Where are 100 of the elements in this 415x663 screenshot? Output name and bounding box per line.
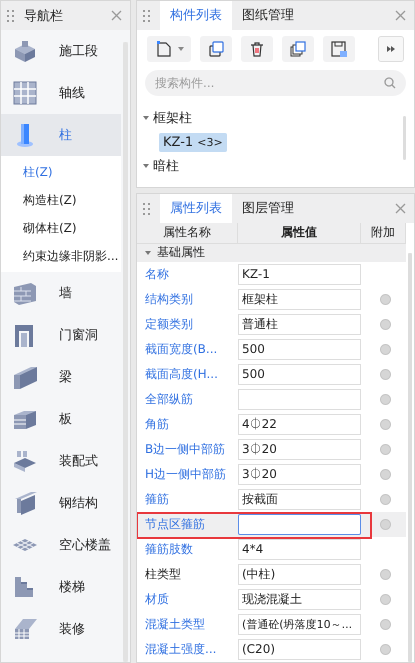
- value-field[interactable]: (普通砼(坍落度10～...: [238, 614, 361, 635]
- property-name: 结构类别: [144, 291, 194, 308]
- nav-item[interactable]: 装修: [1, 608, 121, 650]
- scrollbar[interactable]: [408, 253, 412, 662]
- nav-item[interactable]: 墙: [1, 272, 121, 314]
- nav-subitem[interactable]: 约束边缘非阴影...: [1, 242, 121, 270]
- property-row[interactable]: 结构类别 框架柱: [137, 287, 406, 312]
- close-icon[interactable]: [395, 203, 406, 214]
- nav-item[interactable]: 板: [1, 398, 121, 440]
- property-name: 角筋: [144, 416, 170, 433]
- property-name: 混凝土强度...: [144, 641, 218, 658]
- tree-group[interactable]: 框架柱: [153, 109, 192, 127]
- attach-radio[interactable]: [380, 419, 390, 430]
- property-row[interactable]: B边一侧中部筋 3⏀20: [137, 437, 406, 462]
- scrollbar[interactable]: [123, 42, 128, 662]
- toolbar-button[interactable]: [241, 36, 273, 62]
- nav-item[interactable]: 轴线: [1, 72, 121, 114]
- nav-item[interactable]: 门窗洞: [1, 314, 121, 356]
- nav-item[interactable]: 梁: [1, 356, 121, 398]
- close-icon[interactable]: [395, 10, 406, 21]
- attach-radio[interactable]: [380, 444, 390, 455]
- column-header: 属性值: [238, 223, 361, 243]
- value-field[interactable]: 3⏀20: [238, 439, 361, 460]
- value-field[interactable]: 500: [238, 339, 361, 360]
- nav-subitem[interactable]: 构造柱(Z): [1, 186, 121, 214]
- property-row[interactable]: 材质 现浇混凝土: [137, 587, 406, 612]
- property-name: 截面高度(H...: [144, 366, 219, 383]
- property-name: 材质: [144, 591, 170, 608]
- property-row[interactable]: 柱类型 (中柱): [137, 562, 406, 587]
- value-field[interactable]: KZ-1: [238, 264, 361, 285]
- tab[interactable]: 图纸管理: [232, 1, 304, 30]
- tab[interactable]: 构件列表: [160, 1, 232, 30]
- group-header[interactable]: 基础属性: [157, 244, 205, 262]
- new-button[interactable]: [147, 36, 191, 62]
- tree-item[interactable]: KZ-1 <3>: [159, 132, 227, 152]
- nav-item[interactable]: 钢结构: [1, 482, 121, 524]
- property-row[interactable]: 箍筋 按截面: [137, 487, 406, 512]
- close-icon[interactable]: [111, 10, 122, 21]
- attach-radio[interactable]: [380, 519, 390, 530]
- property-row[interactable]: 混凝土类型 (普通砼(坍落度10～...: [137, 612, 406, 637]
- more-button[interactable]: [378, 36, 404, 62]
- value-field[interactable]: 4*4: [238, 539, 361, 560]
- column-header: 属性名称: [137, 223, 238, 243]
- property-row[interactable]: 角筋 4⏀22: [137, 412, 406, 437]
- value-field[interactable]: 3⏀20: [238, 464, 361, 485]
- attach-radio[interactable]: [380, 319, 390, 330]
- property-row[interactable]: 节点区箍筋: [137, 512, 406, 537]
- drag-handle-icon[interactable]: [143, 202, 150, 214]
- scrollbar[interactable]: [403, 116, 406, 160]
- search-field[interactable]: 搜索构件...: [145, 70, 406, 96]
- attach-radio[interactable]: [380, 369, 390, 380]
- tab[interactable]: 属性列表: [160, 194, 232, 223]
- property-row[interactable]: 箍筋肢数 4*4: [137, 537, 406, 562]
- expand-arrow-icon[interactable]: [145, 250, 151, 255]
- nav-item[interactable]: 空心楼盖: [1, 524, 121, 566]
- drag-handle-icon[interactable]: [7, 10, 14, 22]
- attach-radio[interactable]: [380, 644, 390, 655]
- tab[interactable]: 图层管理: [232, 194, 304, 223]
- property-name: 定额类别: [144, 316, 194, 333]
- value-field[interactable]: 框架柱: [238, 289, 361, 310]
- value-field[interactable]: 现浇混凝土: [238, 589, 361, 610]
- expand-arrow-icon[interactable]: [143, 116, 149, 120]
- tree-group[interactable]: 暗柱: [153, 157, 179, 175]
- expand-arrow-icon[interactable]: [143, 164, 149, 168]
- nav-item[interactable]: 楼梯: [1, 566, 121, 608]
- value-field[interactable]: (中柱): [238, 564, 361, 585]
- attach-radio[interactable]: [380, 469, 390, 480]
- property-name: 截面宽度(B...: [144, 341, 218, 358]
- attach-radio[interactable]: [380, 619, 390, 630]
- value-field[interactable]: (C20): [238, 639, 361, 660]
- property-row[interactable]: H边一侧中部筋 3⏀20: [137, 462, 406, 487]
- property-row[interactable]: 截面高度(H... 500: [137, 362, 406, 387]
- panel-title: 导航栏: [24, 8, 64, 24]
- toolbar-button[interactable]: [282, 36, 314, 62]
- trash-icon: [248, 40, 266, 58]
- nav-item[interactable]: 装配式: [1, 440, 121, 482]
- property-row[interactable]: 截面宽度(B... 500: [137, 337, 406, 362]
- attach-radio[interactable]: [380, 294, 390, 305]
- nav-subitem[interactable]: 砌体柱(Z): [1, 214, 121, 242]
- property-row[interactable]: 定额类别 普通柱: [137, 312, 406, 337]
- value-field[interactable]: 普通柱: [238, 314, 361, 335]
- attach-radio[interactable]: [380, 344, 390, 355]
- attach-radio[interactable]: [380, 594, 390, 605]
- nav-subitem[interactable]: 柱(Z): [1, 158, 121, 186]
- toolbar-button[interactable]: [323, 36, 355, 62]
- nav-item[interactable]: 柱: [1, 114, 121, 156]
- property-row[interactable]: 全部纵筋: [137, 387, 406, 412]
- toolbar-button[interactable]: [200, 36, 232, 62]
- value-field[interactable]: 按截面: [238, 489, 361, 510]
- property-row[interactable]: 混凝土强度... (C20): [137, 637, 406, 662]
- attach-radio[interactable]: [380, 394, 390, 405]
- value-field[interactable]: 500: [238, 364, 361, 385]
- property-row[interactable]: 名称 KZ-1: [137, 262, 406, 287]
- value-field[interactable]: [238, 514, 361, 535]
- search-icon: [384, 77, 396, 89]
- drag-handle-icon[interactable]: [143, 10, 150, 22]
- attach-radio[interactable]: [380, 494, 390, 505]
- attach-radio[interactable]: [380, 569, 390, 580]
- nav-item[interactable]: 施工段: [1, 30, 121, 72]
- value-field[interactable]: 4⏀22: [238, 414, 361, 435]
